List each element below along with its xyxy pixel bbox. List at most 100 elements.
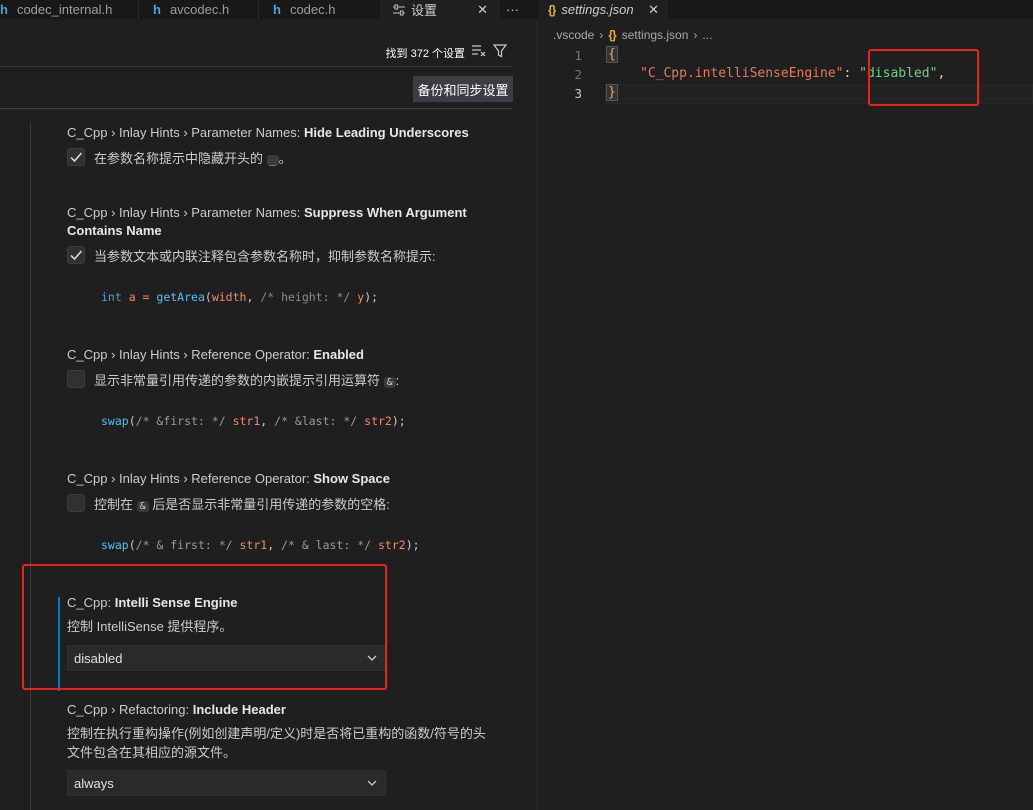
- chevron-right-icon: ›: [599, 28, 604, 42]
- code-line-3[interactable]: }: [606, 84, 618, 101]
- desc-text: 。: [278, 151, 292, 166]
- desc-text: 控制在: [94, 497, 134, 512]
- breadcrumb: .vscode › {} settings.json › ...: [553, 28, 712, 42]
- editor-tab-bar: h codec_internal.h h avcodec.h h codec.h…: [0, 0, 1033, 19]
- tab-settings[interactable]: 设置 ✕: [380, 0, 500, 19]
- line-number: 3: [574, 86, 582, 101]
- clear-filter-icon[interactable]: [472, 44, 486, 56]
- code-comment: /* &first: */: [135, 414, 226, 428]
- setting-category: C_Cpp › Inlay Hints › Reference Operator…: [67, 347, 314, 362]
- json-file-icon: {}: [608, 28, 616, 42]
- desc-text: 显示非常量引用传递的参数的内嵌提示引用运算符: [94, 373, 381, 388]
- setting-name: Hide Leading Underscores: [303, 125, 469, 140]
- setting-category: C_Cpp › Inlay Hints › Parameter Names:: [67, 205, 304, 220]
- tab-label: codec_internal.h: [16, 2, 113, 17]
- code-punct: (: [128, 538, 136, 552]
- code-param: str2: [371, 538, 406, 552]
- reference-operator-enabled-checkbox[interactable]: [67, 370, 85, 388]
- code-punct: );: [364, 290, 379, 304]
- c-header-file-icon: h: [273, 2, 281, 17]
- desc-text: 后是否显示非常量引用传递的参数的空格:: [152, 497, 390, 512]
- code-param: str2: [357, 414, 392, 428]
- settings-search-bar[interactable]: 找到 372 个设置: [0, 19, 513, 67]
- c-header-file-icon: h: [153, 2, 161, 17]
- desc-text: 在参数名称提示中隐藏开头的: [94, 151, 264, 166]
- backup-sync-button[interactable]: 备份和同步设置: [413, 76, 513, 102]
- code-punct: ,: [260, 414, 275, 428]
- code-function: getArea: [156, 290, 205, 304]
- more-actions-button[interactable]: ···: [506, 0, 526, 19]
- divider: [0, 108, 513, 109]
- desc-text: :: [395, 373, 400, 388]
- highlight-annotation-box: [22, 564, 387, 690]
- tab-divider: [138, 0, 139, 19]
- tab-label: avcodec.h: [169, 2, 230, 17]
- setting-name: Show Space: [313, 471, 390, 486]
- settings-sliders-icon: [393, 3, 405, 16]
- setting-title: C_Cpp › Inlay Hints › Parameter Names: H…: [67, 124, 487, 142]
- breadcrumb-folder[interactable]: .vscode: [553, 28, 594, 42]
- tab-label: codec.h: [289, 2, 336, 17]
- breadcrumb-symbol[interactable]: ...: [702, 28, 712, 42]
- tab-label: 设置: [411, 3, 438, 18]
- code-punct: ,: [246, 290, 261, 304]
- code-punct: (: [204, 290, 212, 304]
- setting-name: Enabled: [313, 347, 364, 362]
- setting-description: 控制在执行重构操作(例如创建声明/定义)时是否将已重构的函数/符号的头文件包含在…: [67, 726, 486, 760]
- code-punct: (: [128, 414, 136, 428]
- tab-label: settings.json: [561, 2, 634, 17]
- code-keyword: int: [101, 290, 122, 304]
- more-actions-icon: ···: [506, 2, 519, 17]
- filter-icon[interactable]: [493, 44, 507, 58]
- tab-codec-internal[interactable]: h codec_internal.h: [0, 0, 138, 19]
- breadcrumb-file[interactable]: settings.json: [622, 28, 689, 42]
- code-function: swap: [101, 538, 129, 552]
- suppress-when-argument-contains-name-checkbox[interactable]: [67, 246, 85, 264]
- json-key: "C_Cpp.intelliSenseEngine": [640, 66, 844, 81]
- json-file-icon: {}: [548, 2, 556, 17]
- result-count: 找到 372 个设置: [385, 48, 465, 60]
- code-punct: ,: [267, 538, 282, 552]
- tab-avcodec[interactable]: h avcodec.h: [153, 0, 258, 19]
- line-number: 2: [574, 67, 582, 82]
- json-brace: {: [606, 46, 618, 63]
- setting-title: C_Cpp › Inlay Hints › Reference Operator…: [67, 470, 487, 488]
- dropdown-value: always: [74, 775, 114, 791]
- code-line-1[interactable]: {: [606, 46, 618, 63]
- line-number: 1: [574, 48, 582, 63]
- inline-code: &: [383, 377, 396, 388]
- tree-indent-guide: [30, 123, 31, 810]
- tab-settings-json[interactable]: {} settings.json ✕: [538, 0, 668, 19]
- json-editor: .vscode › {} settings.json › ... 1 2 3 {…: [538, 19, 1033, 810]
- setting-description: 在参数名称提示中隐藏开头的 _。: [94, 148, 292, 167]
- setting-title: C_Cpp › Inlay Hints › Reference Operator…: [67, 346, 487, 364]
- code-punct: );: [391, 414, 406, 428]
- setting-title: C_Cpp › Refactoring: Include Header: [67, 701, 487, 719]
- setting-category: C_Cpp › Inlay Hints › Parameter Names:: [67, 125, 304, 140]
- highlight-annotation-box: [868, 49, 979, 106]
- json-brace: }: [606, 84, 618, 101]
- close-icon[interactable]: ✕: [648, 2, 659, 18]
- setting-description: 控制在 & 后是否显示非常量引用传递的参数的空格:: [94, 494, 390, 513]
- close-icon[interactable]: ✕: [477, 2, 488, 18]
- chevron-right-icon: ›: [693, 28, 698, 42]
- code-function: swap: [101, 414, 129, 428]
- setting-title: C_Cpp › Inlay Hints › Parameter Names: S…: [67, 204, 487, 240]
- reference-operator-show-space-checkbox[interactable]: [67, 494, 85, 512]
- hide-leading-underscores-checkbox[interactable]: [67, 148, 85, 166]
- code-comment: /* height: */: [260, 290, 351, 304]
- include-header-dropdown[interactable]: always: [67, 770, 386, 796]
- json-punct: :: [843, 66, 860, 81]
- setting-category: C_Cpp › Inlay Hints › Reference Operator…: [67, 471, 314, 486]
- checkmark-icon: [70, 152, 83, 163]
- setting-category: C_Cpp › Refactoring:: [67, 702, 193, 717]
- code-param: str1: [225, 414, 261, 428]
- code-example: swap(/* &first: */ str1, /* &last: */ st…: [101, 414, 406, 428]
- code-example: int a = getArea(width, /* height: */ y);: [101, 290, 378, 304]
- code-punct: );: [405, 538, 420, 552]
- code-param: width: [211, 290, 247, 304]
- setting-name: Include Header: [192, 702, 286, 717]
- tab-codec[interactable]: h codec.h: [273, 0, 378, 19]
- checkmark-icon: [70, 250, 83, 261]
- setting-description: 显示非常量引用传递的参数的内嵌提示引用运算符 &:: [94, 370, 399, 389]
